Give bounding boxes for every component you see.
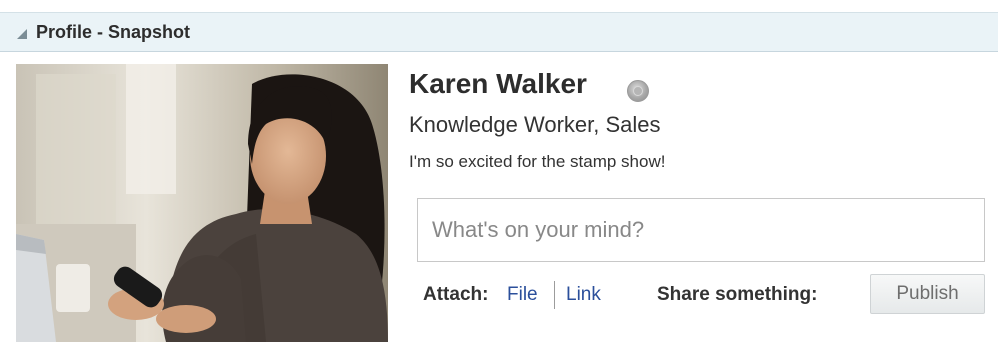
profile-name[interactable]: Karen Walker bbox=[409, 68, 587, 100]
attach-label: Attach: bbox=[423, 284, 489, 305]
status-update-input[interactable] bbox=[417, 198, 985, 262]
top-spacer bbox=[0, 0, 998, 12]
publish-button[interactable]: Publish bbox=[870, 274, 985, 314]
attach-file-link[interactable]: File bbox=[507, 284, 538, 306]
presence-status-icon bbox=[627, 80, 649, 102]
panel-header[interactable]: Profile - Snapshot bbox=[0, 12, 998, 52]
share-something-label: Share something: bbox=[657, 284, 818, 305]
attach-link-link[interactable]: Link bbox=[566, 284, 601, 306]
attach-separator bbox=[554, 281, 555, 309]
triangle-expanded-icon[interactable] bbox=[17, 29, 27, 39]
profile-snapshot-panel: Profile - Snapshot Karen Walker Knowledg… bbox=[0, 0, 998, 349]
profile-job-title: Knowledge Worker, Sales bbox=[409, 112, 661, 137]
profile-photo bbox=[16, 64, 388, 342]
profile-status-message: I'm so excited for the stamp show! bbox=[409, 152, 666, 171]
panel-title: Profile - Snapshot bbox=[36, 22, 191, 42]
